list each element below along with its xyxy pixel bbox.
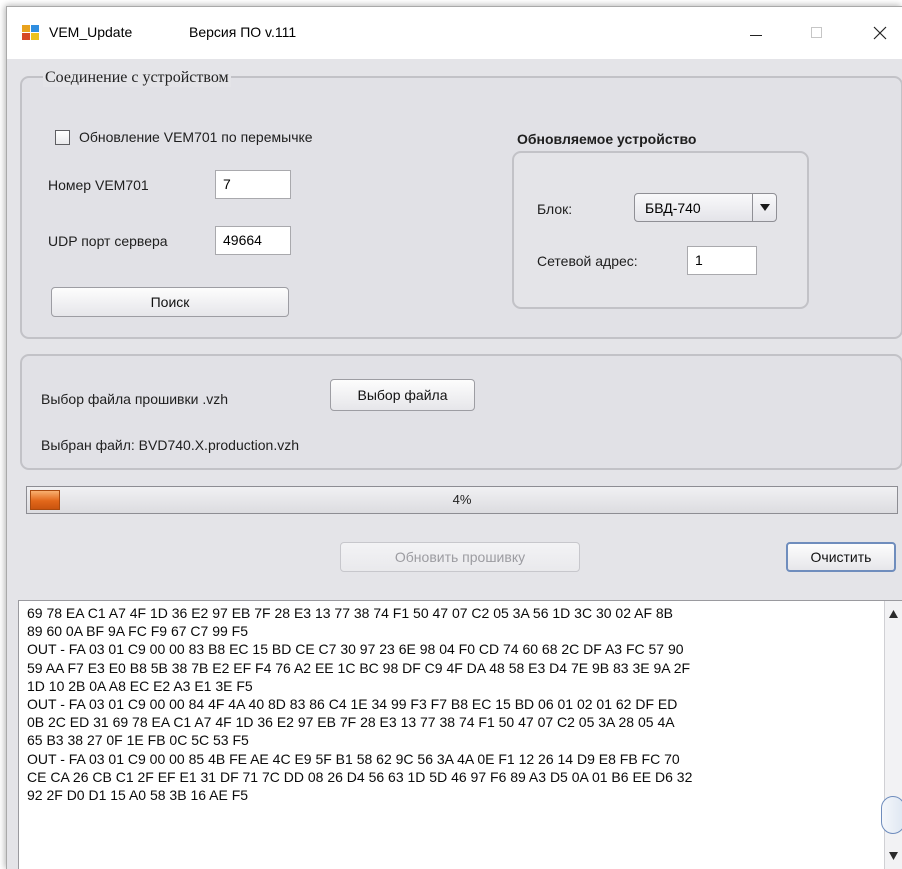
select-file-button[interactable]: Выбор файла <box>330 379 475 411</box>
scrollbar-thumb[interactable] <box>881 796 902 834</box>
jumper-update-label: Обновление VEM701 по перемычке <box>79 129 313 145</box>
maximize-icon <box>811 27 822 38</box>
vem-number-label: Номер VEM701 <box>48 177 149 193</box>
close-icon <box>873 26 887 40</box>
app-title: VEM_Update <box>49 24 133 40</box>
minimize-icon <box>750 35 762 36</box>
close-button[interactable] <box>857 17 902 49</box>
vem-number-input[interactable]: 7 <box>215 170 291 199</box>
selected-file-label: Выбран файл: BVD740.X.production.vzh <box>41 437 300 453</box>
network-address-label: Сетевой адрес: <box>537 253 638 269</box>
log-textarea[interactable]: 69 78 EA C1 A7 4F 1D 36 E2 97 EB 7F 28 E… <box>18 600 902 869</box>
udp-port-label: UDP порт сервера <box>48 233 168 249</box>
jumper-update-checkbox[interactable] <box>55 130 70 145</box>
block-select-dropdown[interactable] <box>752 194 776 221</box>
firmware-select-label: Выбор файла прошивки .vzh <box>41 391 229 407</box>
block-label: Блок: <box>537 201 573 217</box>
device-group-title: Обновляемое устройство <box>517 131 697 147</box>
network-address-input[interactable]: 1 <box>687 246 757 275</box>
scroll-down-icon[interactable] <box>889 852 898 860</box>
progress-text: 4% <box>452 492 472 507</box>
firmware-progress-bar: 4% <box>26 486 898 514</box>
chevron-down-icon <box>760 204 770 211</box>
scroll-up-icon[interactable] <box>889 610 898 618</box>
log-scrollbar[interactable] <box>881 601 902 869</box>
device-group <box>512 151 809 309</box>
block-select-value: БВД-740 <box>645 200 701 216</box>
maximize-button[interactable] <box>794 17 840 49</box>
udp-port-input[interactable]: 49664 <box>215 226 291 255</box>
search-button[interactable]: Поиск <box>51 287 289 317</box>
title-bar: VEM_Update Версия ПО v.111 <box>7 7 902 59</box>
version-label: Версия ПО v.111 <box>189 24 297 40</box>
app-icon <box>22 25 39 41</box>
block-select[interactable]: БВД-740 <box>634 193 777 222</box>
app-window: VEM_Update Версия ПО v.111 Соединение с … <box>6 6 902 869</box>
connection-group-title: Соединение с устройством <box>43 69 231 87</box>
log-text: 69 78 EA C1 A7 4F 1D 36 E2 97 EB 7F 28 E… <box>27 605 693 804</box>
update-firmware-button[interactable]: Обновить прошивку <box>340 542 580 572</box>
minimize-button[interactable] <box>733 17 779 49</box>
clear-button[interactable]: Очистить <box>786 542 896 572</box>
